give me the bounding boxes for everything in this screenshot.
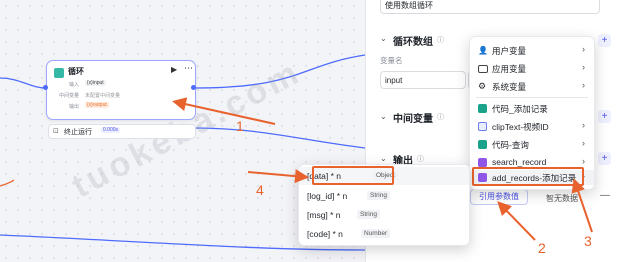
annotation-arrows <box>172 97 593 241</box>
annotation-2: 2 <box>538 240 546 256</box>
annotation-1: 1 <box>236 118 244 134</box>
annotation-3: 3 <box>584 233 592 249</box>
annotation-4: 4 <box>256 182 264 198</box>
